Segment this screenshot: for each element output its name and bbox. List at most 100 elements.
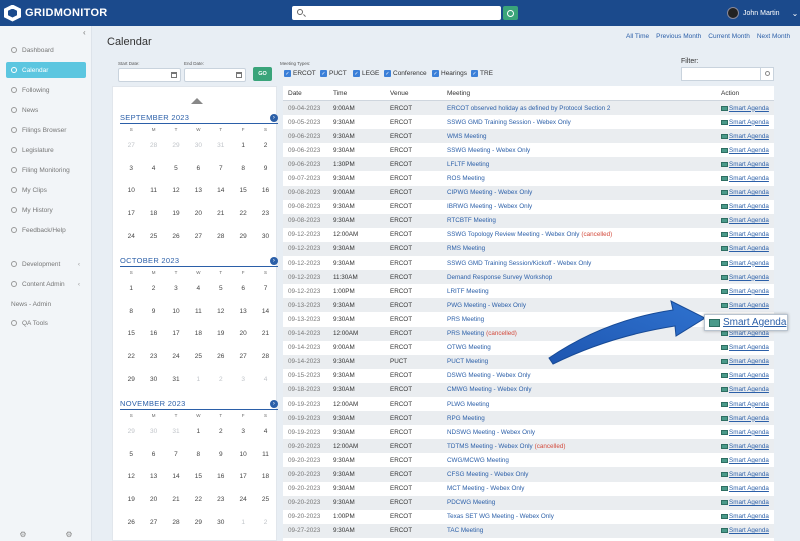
meeting-link[interactable]: ERCOT observed holiday as defined by Pro… (447, 105, 610, 112)
calendar-day[interactable]: 13 (187, 187, 209, 194)
sidebar-item-content-admin[interactable]: Content Admin ‹ (6, 276, 86, 292)
sidebar-item-dashboard[interactable]: Dashboard (6, 42, 86, 58)
calendar-day[interactable]: 25 (142, 233, 164, 240)
meeting-link[interactable]: SSWG GMD Training Session - Webex Only (447, 119, 571, 126)
meeting-link[interactable]: CWG/MCWG Meeting (447, 457, 509, 464)
smart-agenda-link[interactable]: Smart Agenda (721, 485, 774, 492)
sidebar-item-following[interactable]: Following (6, 82, 86, 98)
smart-agenda-link[interactable]: Smart Agenda (721, 344, 774, 351)
calendar-day[interactable]: 29 (120, 428, 142, 435)
logo[interactable]: GRIDMONITOR (4, 4, 108, 22)
calendar-day[interactable]: 4 (254, 428, 276, 435)
calendar-day[interactable]: 23 (142, 353, 164, 360)
calendar-day[interactable]: 1 (187, 428, 209, 435)
calendar-day[interactable]: 29 (187, 519, 209, 526)
calendar-day[interactable]: 13 (142, 473, 164, 480)
calendar-day[interactable]: 29 (232, 233, 254, 240)
calendar-day[interactable]: 23 (210, 496, 232, 503)
meeting-link[interactable]: RTCBTF Meeting (447, 217, 496, 224)
calendar-day[interactable]: 19 (165, 210, 187, 217)
calendar-day[interactable]: 11 (142, 187, 164, 194)
smart-agenda-link[interactable]: Smart Agenda (721, 513, 774, 520)
meeting-link[interactable]: Texas SET WG Meeting - Webex Only (447, 513, 554, 520)
calendar-day[interactable]: 24 (232, 496, 254, 503)
calendar-day[interactable]: 1 (120, 285, 142, 292)
smart-agenda-link[interactable]: Smart Agenda (721, 302, 774, 309)
calendar-day[interactable]: 28 (254, 353, 276, 360)
calendar-day[interactable]: 21 (210, 210, 232, 217)
calendar-day[interactable]: 12 (165, 187, 187, 194)
meeting-link[interactable]: PRS Meeting (447, 330, 484, 337)
calendar-day[interactable]: 4 (187, 285, 209, 292)
calendar-day[interactable]: 1 (187, 376, 209, 383)
calendar-day[interactable]: 5 (120, 451, 142, 458)
sidebar-item-development[interactable]: Development ‹ (6, 256, 86, 272)
calendar-day[interactable]: 21 (254, 330, 276, 337)
next-month-arrow-icon[interactable]: › (270, 256, 278, 265)
calendar-day[interactable]: 24 (120, 233, 142, 240)
smart-agenda-link[interactable]: Smart Agenda (721, 217, 774, 224)
meeting-link[interactable]: SSWG Topology Review Meeting - Webex Onl… (447, 231, 579, 238)
calendar-day[interactable]: 25 (254, 496, 276, 503)
sidebar-item-qa-tools[interactable]: QA Tools (6, 315, 86, 331)
smart-agenda-link[interactable]: Smart Agenda (721, 245, 774, 252)
calendar-day[interactable]: 18 (187, 330, 209, 337)
calendar-day[interactable]: 15 (187, 473, 209, 480)
next-month-arrow-icon[interactable]: › (270, 399, 278, 408)
calendar-day[interactable]: 16 (142, 330, 164, 337)
sidebar-item-filing-monitoring[interactable]: Filing Monitoring (6, 162, 86, 178)
range-link-current-month[interactable]: Current Month (708, 33, 750, 40)
smart-agenda-link[interactable]: Smart Agenda (721, 189, 774, 196)
sidebar-item-feedback-help[interactable]: Feedback/Help (6, 222, 86, 238)
meeting-link[interactable]: DSWG Meeting - Webex Only (447, 372, 531, 379)
smart-agenda-link[interactable]: Smart Agenda (721, 443, 774, 450)
calendar-day[interactable]: 3 (232, 428, 254, 435)
smart-agenda-link[interactable]: Smart Agenda (721, 175, 774, 182)
meeting-link[interactable]: LFLTF Meeting (447, 161, 489, 168)
meeting-link[interactable]: ROS Meeting (447, 175, 485, 182)
calendar-day[interactable]: 4 (254, 376, 276, 383)
calendar-day[interactable]: 5 (210, 285, 232, 292)
smart-agenda-link[interactable]: Smart Agenda (721, 471, 774, 478)
calendar-day[interactable]: 27 (120, 142, 142, 149)
meeting-link[interactable]: PRS Meeting (447, 316, 484, 323)
calendar-day[interactable]: 22 (120, 353, 142, 360)
smart-agenda-link[interactable]: Smart Agenda (721, 372, 774, 379)
calendar-day[interactable]: 29 (120, 376, 142, 383)
smart-agenda-link[interactable]: Smart Agenda (721, 288, 774, 295)
calendar-day[interactable]: 28 (210, 233, 232, 240)
next-month-arrow-icon[interactable]: › (270, 113, 278, 122)
calendar-day[interactable]: 2 (210, 428, 232, 435)
meeting-link[interactable]: RMS Meeting (447, 245, 485, 252)
checkbox-hearings[interactable]: ✓ Hearings (432, 70, 467, 77)
smart-agenda-link[interactable]: Smart Agenda (721, 274, 774, 281)
meeting-link[interactable]: PLWG Meeting (447, 401, 489, 408)
sidebar-item-legislature[interactable]: Legislature (6, 142, 86, 158)
smart-agenda-callout[interactable]: Smart Agenda (704, 314, 788, 331)
calendar-day[interactable]: 14 (165, 473, 187, 480)
calendar-day[interactable]: 18 (254, 473, 276, 480)
collapse-sidebar-icon[interactable]: ‹ (83, 28, 86, 37)
calendar-day[interactable]: 3 (232, 376, 254, 383)
checkbox-conference[interactable]: ✓ Conference (384, 70, 427, 77)
meeting-link[interactable]: SSWG GMD Training Session/Kickoff - Webe… (447, 260, 591, 267)
filter-search-button[interactable] (760, 67, 774, 81)
calendar-day[interactable]: 19 (120, 496, 142, 503)
meeting-link[interactable]: SSWG Meeting - Webex Only (447, 147, 530, 154)
meeting-link[interactable]: IBRWG Meeting - Webex Only (447, 203, 532, 210)
calendar-day[interactable]: 11 (187, 308, 209, 315)
checkbox-tre[interactable]: ✓ TRE (471, 70, 493, 77)
calendar-day[interactable]: 28 (165, 519, 187, 526)
sidebar-item-news-admin[interactable]: News - Admin (6, 296, 86, 312)
range-link-all-time[interactable]: All Time (626, 33, 649, 40)
calendar-day[interactable]: 10 (120, 187, 142, 194)
smart-agenda-link[interactable]: Smart Agenda (721, 260, 774, 267)
calendar-day[interactable]: 27 (187, 233, 209, 240)
calendar-day[interactable]: 6 (142, 451, 164, 458)
calendar-day[interactable]: 10 (165, 308, 187, 315)
calendar-day[interactable]: 29 (165, 142, 187, 149)
smart-agenda-link[interactable]: Smart Agenda (721, 133, 774, 140)
calendar-day[interactable]: 1 (232, 519, 254, 526)
calendar-day[interactable]: 15 (120, 330, 142, 337)
calendar-day[interactable]: 30 (142, 428, 164, 435)
